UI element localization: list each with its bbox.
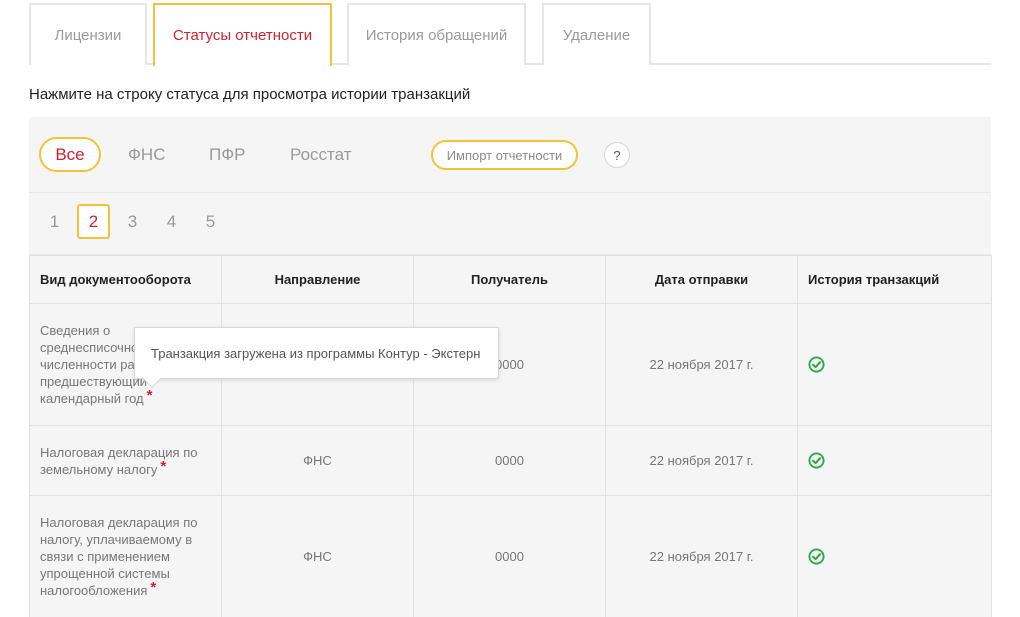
doc-type-cell: Налоговая декларация по налогу, уплачива… [29, 495, 222, 617]
check-circle-icon[interactable] [808, 356, 825, 373]
send-date-cell: 22 ноября 2017 г. [605, 495, 798, 617]
import-source-tooltip: Транзакция загружена из программы Контур… [134, 327, 499, 379]
filter-all[interactable]: Все [39, 137, 101, 172]
history-cell[interactable] [797, 425, 992, 496]
send-date-cell: 22 ноября 2017 г. [605, 303, 798, 426]
tab-licenses[interactable]: Лицензии [29, 3, 147, 65]
doc-type-text: Налоговая декларация по земельному налог… [40, 444, 198, 477]
check-circle-icon[interactable] [808, 548, 825, 565]
filter-fns[interactable]: ФНС [128, 137, 165, 172]
required-mark: * [146, 387, 153, 404]
direction-cell: ФНС [221, 425, 414, 496]
header-send-date: Дата отправки [605, 255, 798, 304]
tab-bar: Лицензии Статусы отчетности История обра… [29, 0, 991, 66]
direction-cell: ФНС [221, 495, 414, 617]
page-2[interactable]: 2 [77, 204, 110, 239]
tab-request-history[interactable]: История обращений [347, 3, 526, 65]
history-cell[interactable] [797, 495, 992, 617]
recipient-cell: 0000 [413, 495, 606, 617]
table-header-row: Вид документооборота Направление Получат… [29, 255, 992, 304]
filter-rosstat[interactable]: Росстат [290, 137, 352, 172]
doc-type-cell: Налоговая декларация по земельному налог… [29, 425, 222, 496]
tab-report-statuses[interactable]: Статусы отчетности [153, 3, 332, 66]
recipient-cell: 0000 [413, 425, 606, 496]
pagination: 1 2 3 4 5 [29, 193, 991, 255]
page-4[interactable]: 4 [155, 204, 188, 239]
page-5[interactable]: 5 [194, 204, 227, 239]
header-direction: Направление [221, 255, 414, 304]
check-circle-icon[interactable] [808, 452, 825, 469]
header-recipient: Получатель [413, 255, 606, 304]
table-row[interactable]: Налоговая декларация по налогу, уплачива… [29, 495, 992, 617]
table-row[interactable]: Налоговая декларация по земельному налог… [29, 425, 992, 496]
doc-type-text: Налоговая декларация по налогу, уплачива… [40, 515, 198, 598]
instruction-text: Нажмите на строку статуса для просмотра … [29, 86, 471, 103]
required-mark: * [160, 457, 167, 475]
header-doc-type: Вид документооборота [29, 255, 222, 304]
history-cell[interactable] [797, 303, 992, 426]
filter-pfr[interactable]: ПФР [209, 137, 245, 172]
page-3[interactable]: 3 [116, 204, 149, 239]
tab-delete[interactable]: Удаление [542, 3, 651, 65]
page-1[interactable]: 1 [38, 204, 71, 239]
required-mark: * [150, 579, 157, 596]
filter-bar: Все ФНС ПФР Росстат Импорт отчетности ? [29, 117, 991, 193]
send-date-cell: 22 ноября 2017 г. [605, 425, 798, 496]
help-button[interactable]: ? [604, 142, 630, 168]
header-transaction-history: История транзакций [797, 255, 992, 304]
reports-table: Вид документооборота Направление Получат… [29, 255, 992, 617]
import-reports-button[interactable]: Импорт отчетности [431, 140, 578, 170]
